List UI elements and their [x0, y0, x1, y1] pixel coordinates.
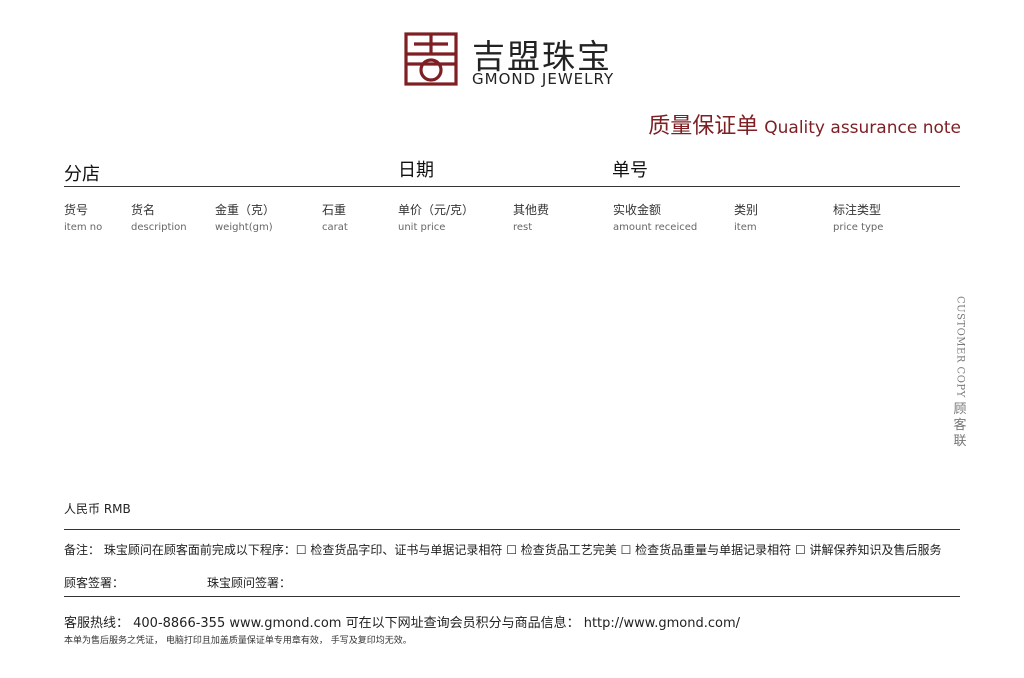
footer-divider [64, 596, 960, 597]
date-label: 日期 [398, 160, 434, 181]
customer-copy-label: CUSTOMER COPY 顾客联 [950, 296, 970, 450]
customer-copy-label-cn: 顾客联 [953, 401, 967, 449]
column-header-cn: 类别 [734, 203, 759, 217]
column-header-en: item [734, 222, 757, 233]
column-header-cn: 石重 [322, 203, 347, 217]
order-number-label: 单号 [612, 160, 648, 181]
column-header-en: carat [322, 222, 348, 233]
document-title-en: Quality assurance note [764, 118, 961, 138]
disclaimer-text: 本单为售后服务之凭证， 电脑打印且加盖质量保证单专用章有效， 手写及复印均无效。 [64, 636, 412, 646]
customer-signature-label: 顾客签署： [64, 576, 125, 590]
remarks-divider [64, 529, 960, 530]
remarks-text: 备注： 珠宝顾问在顾客面前完成以下程序：☐ 检查货品字印、证书与单据记录相符 ☐… [64, 543, 942, 557]
column-header: 货名 description [131, 201, 187, 233]
advisor-signature-label: 珠宝顾问签署： [207, 576, 292, 590]
column-header: 单价（元/克） unit price [398, 201, 474, 233]
column-header-en: weight(gm) [215, 222, 273, 233]
column-header-cn: 其他费 [513, 203, 550, 217]
column-header-en: item no [64, 222, 103, 233]
document-title-cn: 质量保证单 [648, 114, 759, 139]
column-header-en: price type [833, 222, 884, 233]
column-header-cn: 标注类型 [833, 203, 882, 217]
customer-service-hotline: 客服热线： 400-8866-355 www.gmond.com 可在以下网址查… [64, 616, 741, 631]
currency-label: 人民币 RMB [64, 502, 131, 516]
column-header: 金重（克） weight(gm) [215, 201, 275, 233]
column-header-cn: 实收金额 [613, 203, 662, 217]
customer-copy-label-en: CUSTOMER COPY [954, 296, 966, 398]
column-header-en: rest [513, 222, 533, 233]
column-header: 货号 item no [64, 201, 102, 233]
column-header: 类别 item [734, 201, 758, 233]
column-header-cn: 货名 [131, 203, 156, 217]
brand-name-en: GMOND JEWELRY [472, 70, 615, 88]
column-header: 实收金额 amount receiced [613, 201, 697, 233]
document-title: 质量保证单 Quality assurance note [648, 108, 961, 140]
branch-label: 分店 [64, 164, 100, 185]
gmond-logo-icon [404, 32, 458, 86]
header-divider [64, 186, 960, 187]
column-header: 石重 carat [322, 201, 348, 233]
column-header-en: description [131, 222, 187, 233]
column-header-cn: 货号 [64, 203, 89, 217]
column-header-en: amount receiced [613, 222, 698, 233]
column-header: 其他费 rest [513, 201, 549, 233]
column-header-cn: 单价（元/克） [398, 203, 475, 217]
column-header: 标注类型 price type [833, 201, 883, 233]
column-header-cn: 金重（克） [215, 203, 276, 217]
column-header-en: unit price [398, 222, 446, 233]
